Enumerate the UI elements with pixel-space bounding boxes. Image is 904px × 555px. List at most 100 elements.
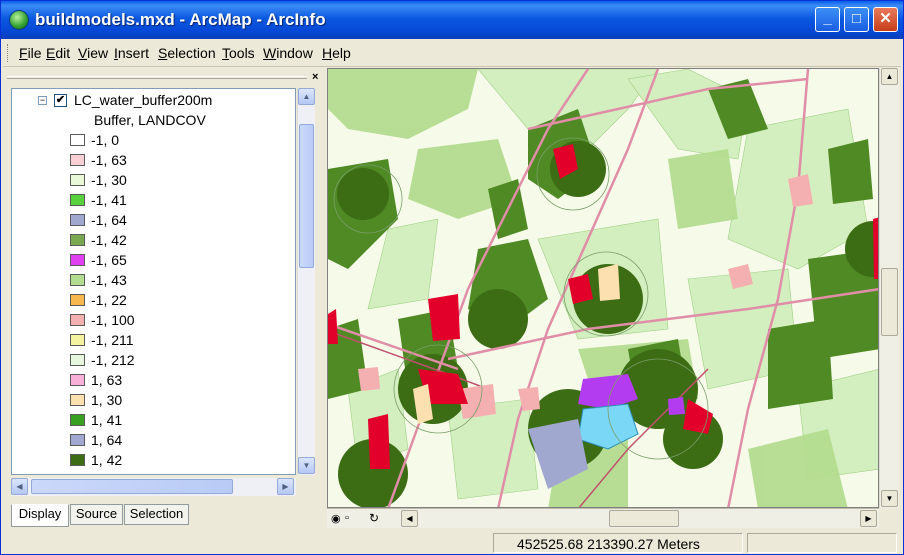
layout-view-icon[interactable]: ▫ bbox=[345, 512, 349, 524]
collapse-icon[interactable]: − bbox=[38, 96, 47, 105]
menu-accelerator: W bbox=[263, 45, 277, 61]
layer-row[interactable]: − ✔ LC_water_buffer200m bbox=[12, 90, 295, 110]
legend-class-row[interactable]: -1, 100 bbox=[12, 310, 295, 330]
legend-class-row[interactable]: 1, 65 bbox=[12, 470, 295, 475]
legend-swatch[interactable] bbox=[70, 234, 85, 246]
legend-swatch[interactable] bbox=[70, 274, 85, 286]
scroll-right-icon[interactable]: ▶ bbox=[860, 510, 877, 527]
menu-accelerator: T bbox=[222, 45, 229, 61]
legend-class-row[interactable]: 1, 41 bbox=[12, 410, 295, 430]
legend-class-row[interactable]: -1, 30 bbox=[12, 170, 295, 190]
legend-class-label: -1, 30 bbox=[91, 172, 127, 188]
legend-class-label: -1, 100 bbox=[91, 312, 135, 328]
menu-accelerator: H bbox=[322, 45, 333, 61]
menu-label: nsert bbox=[117, 45, 150, 61]
menu-tools[interactable]: Tools bbox=[222, 45, 255, 61]
legend-class-label: 1, 64 bbox=[91, 432, 123, 448]
panel-grip[interactable] bbox=[7, 76, 307, 79]
status-bar: 452525.68 213390.27 Meters bbox=[3, 531, 901, 554]
legend-class-row[interactable]: -1, 212 bbox=[12, 350, 295, 370]
legend-class-row[interactable]: -1, 211 bbox=[12, 330, 295, 350]
tab-display[interactable]: Display bbox=[11, 504, 69, 527]
legend-swatch[interactable] bbox=[70, 154, 85, 166]
arcmap-globe-icon bbox=[9, 10, 29, 30]
legend-class-row[interactable]: -1, 22 bbox=[12, 290, 295, 310]
layer-name: LC_water_buffer200m bbox=[74, 92, 213, 108]
scroll-down-icon[interactable]: ▼ bbox=[298, 457, 315, 474]
menu-window[interactable]: Window bbox=[263, 45, 313, 61]
scroll-left-icon[interactable]: ◀ bbox=[401, 510, 418, 527]
map-display[interactable] bbox=[327, 68, 879, 508]
scroll-thumb[interactable] bbox=[609, 510, 679, 527]
toc-horizontal-scrollbar[interactable]: ◀ ▶ bbox=[11, 478, 296, 496]
menu-accelerator: F bbox=[19, 45, 28, 61]
legend-swatch[interactable] bbox=[70, 214, 85, 226]
legend-swatch[interactable] bbox=[70, 254, 85, 266]
legend-swatch[interactable] bbox=[70, 314, 85, 326]
legend-swatch[interactable] bbox=[70, 294, 85, 306]
legend-class-row[interactable]: -1, 43 bbox=[12, 270, 295, 290]
legend-class-label: 1, 30 bbox=[91, 392, 123, 408]
legend-class-label: 1, 63 bbox=[91, 372, 123, 388]
close-button[interactable]: ✕ bbox=[873, 7, 898, 32]
menu-label: indow bbox=[276, 45, 313, 61]
scroll-thumb[interactable] bbox=[881, 268, 898, 336]
legend-swatch[interactable] bbox=[70, 334, 85, 346]
field-label: Buffer, LANDCOV bbox=[94, 112, 206, 128]
scroll-up-icon[interactable]: ▲ bbox=[298, 88, 315, 105]
toolbar-grip[interactable] bbox=[7, 44, 10, 62]
legend-class-row[interactable]: 1, 64 bbox=[12, 430, 295, 450]
refresh-icon[interactable]: ↻ bbox=[369, 511, 379, 525]
tab-source[interactable]: Source bbox=[70, 504, 123, 525]
legend-swatch[interactable] bbox=[70, 474, 85, 475]
legend-class-row[interactable]: -1, 42 bbox=[12, 230, 295, 250]
menu-selection[interactable]: Selection bbox=[158, 45, 216, 61]
legend-swatch[interactable] bbox=[70, 394, 85, 406]
legend-class-label: 1, 42 bbox=[91, 452, 123, 468]
layer-visibility-checkbox[interactable]: ✔ bbox=[54, 94, 67, 107]
menu-file[interactable]: File bbox=[19, 45, 42, 61]
legend-class-row[interactable]: 1, 63 bbox=[12, 370, 295, 390]
toc-close-icon[interactable]: × bbox=[312, 71, 318, 83]
map-coordinates: 452525.68 213390.27 Meters bbox=[517, 536, 700, 552]
legend-class-label: 1, 65 bbox=[91, 472, 122, 474]
land-cover-map bbox=[328, 69, 878, 507]
scroll-down-icon[interactable]: ▼ bbox=[881, 490, 898, 507]
scroll-up-icon[interactable]: ▲ bbox=[881, 68, 898, 85]
menu-view[interactable]: View bbox=[78, 45, 108, 61]
scroll-left-icon[interactable]: ◀ bbox=[11, 478, 28, 495]
legend-swatch[interactable] bbox=[70, 174, 85, 186]
toc-vertical-scrollbar[interactable]: ▲ ▼ bbox=[297, 88, 315, 475]
legend-class-row[interactable]: 1, 42 bbox=[12, 450, 295, 470]
menu-accelerator: E bbox=[46, 45, 56, 61]
scroll-right-icon[interactable]: ▶ bbox=[277, 478, 294, 495]
legend-swatch[interactable] bbox=[70, 134, 85, 146]
legend-class-row[interactable]: -1, 64 bbox=[12, 210, 295, 230]
legend-swatch[interactable] bbox=[70, 414, 85, 426]
legend-swatch[interactable] bbox=[70, 454, 85, 466]
title-bar[interactable]: buildmodels.mxd - ArcMap - ArcInfo _ □ ✕ bbox=[1, 1, 903, 39]
legend-class-row[interactable]: 1, 30 bbox=[12, 390, 295, 410]
legend-swatch[interactable] bbox=[70, 374, 85, 386]
menu-edit[interactable]: Edit bbox=[46, 45, 70, 61]
menu-label: iew bbox=[87, 45, 109, 61]
legend-class-label: -1, 22 bbox=[91, 292, 127, 308]
maximize-button[interactable]: □ bbox=[844, 7, 869, 32]
legend-class-row[interactable]: -1, 63 bbox=[12, 150, 295, 170]
map-horizontal-scrollbar[interactable]: ◉ ▫ ↻ ◀ ▶ bbox=[327, 508, 879, 528]
map-vertical-scrollbar[interactable]: ▲ ▼ bbox=[879, 68, 899, 508]
legend-class-label: -1, 42 bbox=[91, 232, 127, 248]
minimize-button[interactable]: _ bbox=[815, 7, 840, 32]
legend-swatch[interactable] bbox=[70, 354, 85, 366]
legend-class-row[interactable]: -1, 41 bbox=[12, 190, 295, 210]
scroll-thumb[interactable] bbox=[299, 124, 314, 268]
legend-class-row[interactable]: -1, 0 bbox=[12, 130, 295, 150]
legend-swatch[interactable] bbox=[70, 434, 85, 446]
legend-swatch[interactable] bbox=[70, 194, 85, 206]
tab-selection[interactable]: Selection bbox=[124, 504, 189, 525]
legend-class-row[interactable]: -1, 65 bbox=[12, 250, 295, 270]
menu-insert[interactable]: Insert bbox=[114, 45, 149, 61]
menu-help[interactable]: Help bbox=[322, 45, 351, 61]
scroll-thumb[interactable] bbox=[31, 479, 233, 494]
data-view-icon[interactable]: ◉ bbox=[331, 512, 341, 525]
